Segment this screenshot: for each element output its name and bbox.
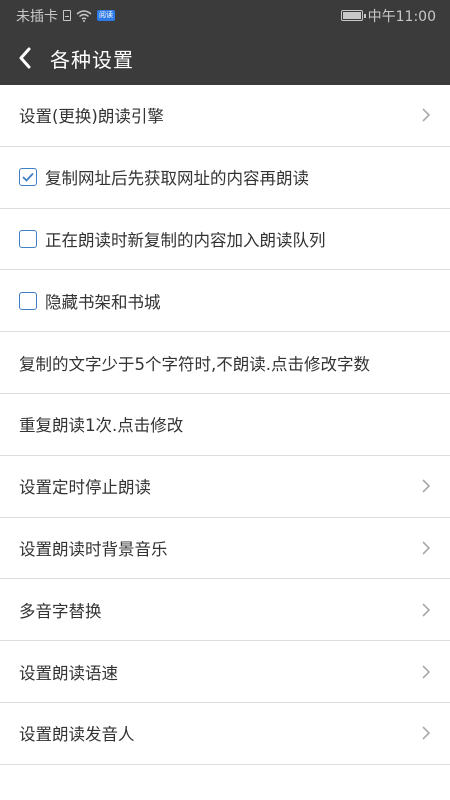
checkbox-checked[interactable] [19,168,37,187]
setting-label: 多音字替换 [19,601,102,621]
checkbox-unchecked[interactable] [19,291,37,310]
setting-background-music[interactable]: 设置朗读时背景音乐 [0,518,450,580]
setting-fetch-url-content[interactable]: 复制网址后先获取网址的内容再朗读 [0,147,450,209]
setting-label: 设置朗读语速 [19,663,118,683]
chevron-right-icon [422,603,431,617]
setting-label: 设置(更换)朗读引擎 [19,107,164,127]
battery-icon [340,10,366,21]
setting-label: 重复朗读1次.点击修改 [19,416,184,436]
chevron-right-icon [422,664,431,679]
checkmark-icon [22,173,34,182]
setting-speech-rate[interactable]: 设置朗读语速 [0,641,450,703]
setting-repeat-count[interactable]: 重复朗读1次.点击修改 [0,394,450,456]
status-left: 未插卡 阅读 [16,6,120,26]
setting-hide-bookshelf[interactable]: 隐藏书架和书城 [0,270,450,333]
setting-min-char-count[interactable]: 复制的文字少于5个字符时,不朗读.点击修改字数 [0,332,450,394]
setting-label: 设置朗读发音人 [19,725,135,745]
setting-queue-new-copy[interactable]: 正在朗读时新复制的内容加入朗读队列 [0,209,450,271]
back-button[interactable] [0,31,50,85]
status-bar: 未插卡 阅读 中午11:00 [0,0,450,31]
carrier-label: 未插卡 [16,8,58,25]
setting-polyphone-replace[interactable]: 多音字替换 [0,579,450,642]
page-title: 各种设置 [50,47,134,72]
setting-label: 复制的文字少于5个字符时,不朗读.点击修改字数 [19,354,370,374]
setting-stop-timer[interactable]: 设置定时停止朗读 [0,456,450,518]
chevron-right-icon [422,108,431,122]
setting-label: 隐藏书架和书城 [45,292,161,312]
app-header: 各种设置 [0,31,450,85]
wifi-icon [76,9,92,22]
setting-tts-engine[interactable]: 设置(更换)朗读引擎 [0,85,450,147]
setting-label: 设置定时停止朗读 [19,478,151,498]
setting-label: 设置朗读时背景音乐 [19,539,168,559]
chevron-right-icon [422,541,431,555]
app-notification-icon: 阅读 [97,10,115,21]
checkbox-unchecked[interactable] [19,229,37,248]
status-right: 中午11:00 [336,6,436,26]
clock: 中午11:00 [367,8,436,25]
setting-voice-speaker[interactable]: 设置朗读发音人 [0,703,450,765]
chevron-right-icon [422,726,431,740]
setting-label: 复制网址后先获取网址的内容再朗读 [45,169,309,189]
back-arrow-icon [19,47,31,69]
settings-list: 设置(更换)朗读引擎 复制网址后先获取网址的内容再朗读 正在朗读时新复制的内容加… [0,85,450,765]
setting-label: 正在朗读时新复制的内容加入朗读队列 [45,230,326,250]
sim-card-icon [63,10,71,21]
chevron-right-icon [422,479,431,493]
